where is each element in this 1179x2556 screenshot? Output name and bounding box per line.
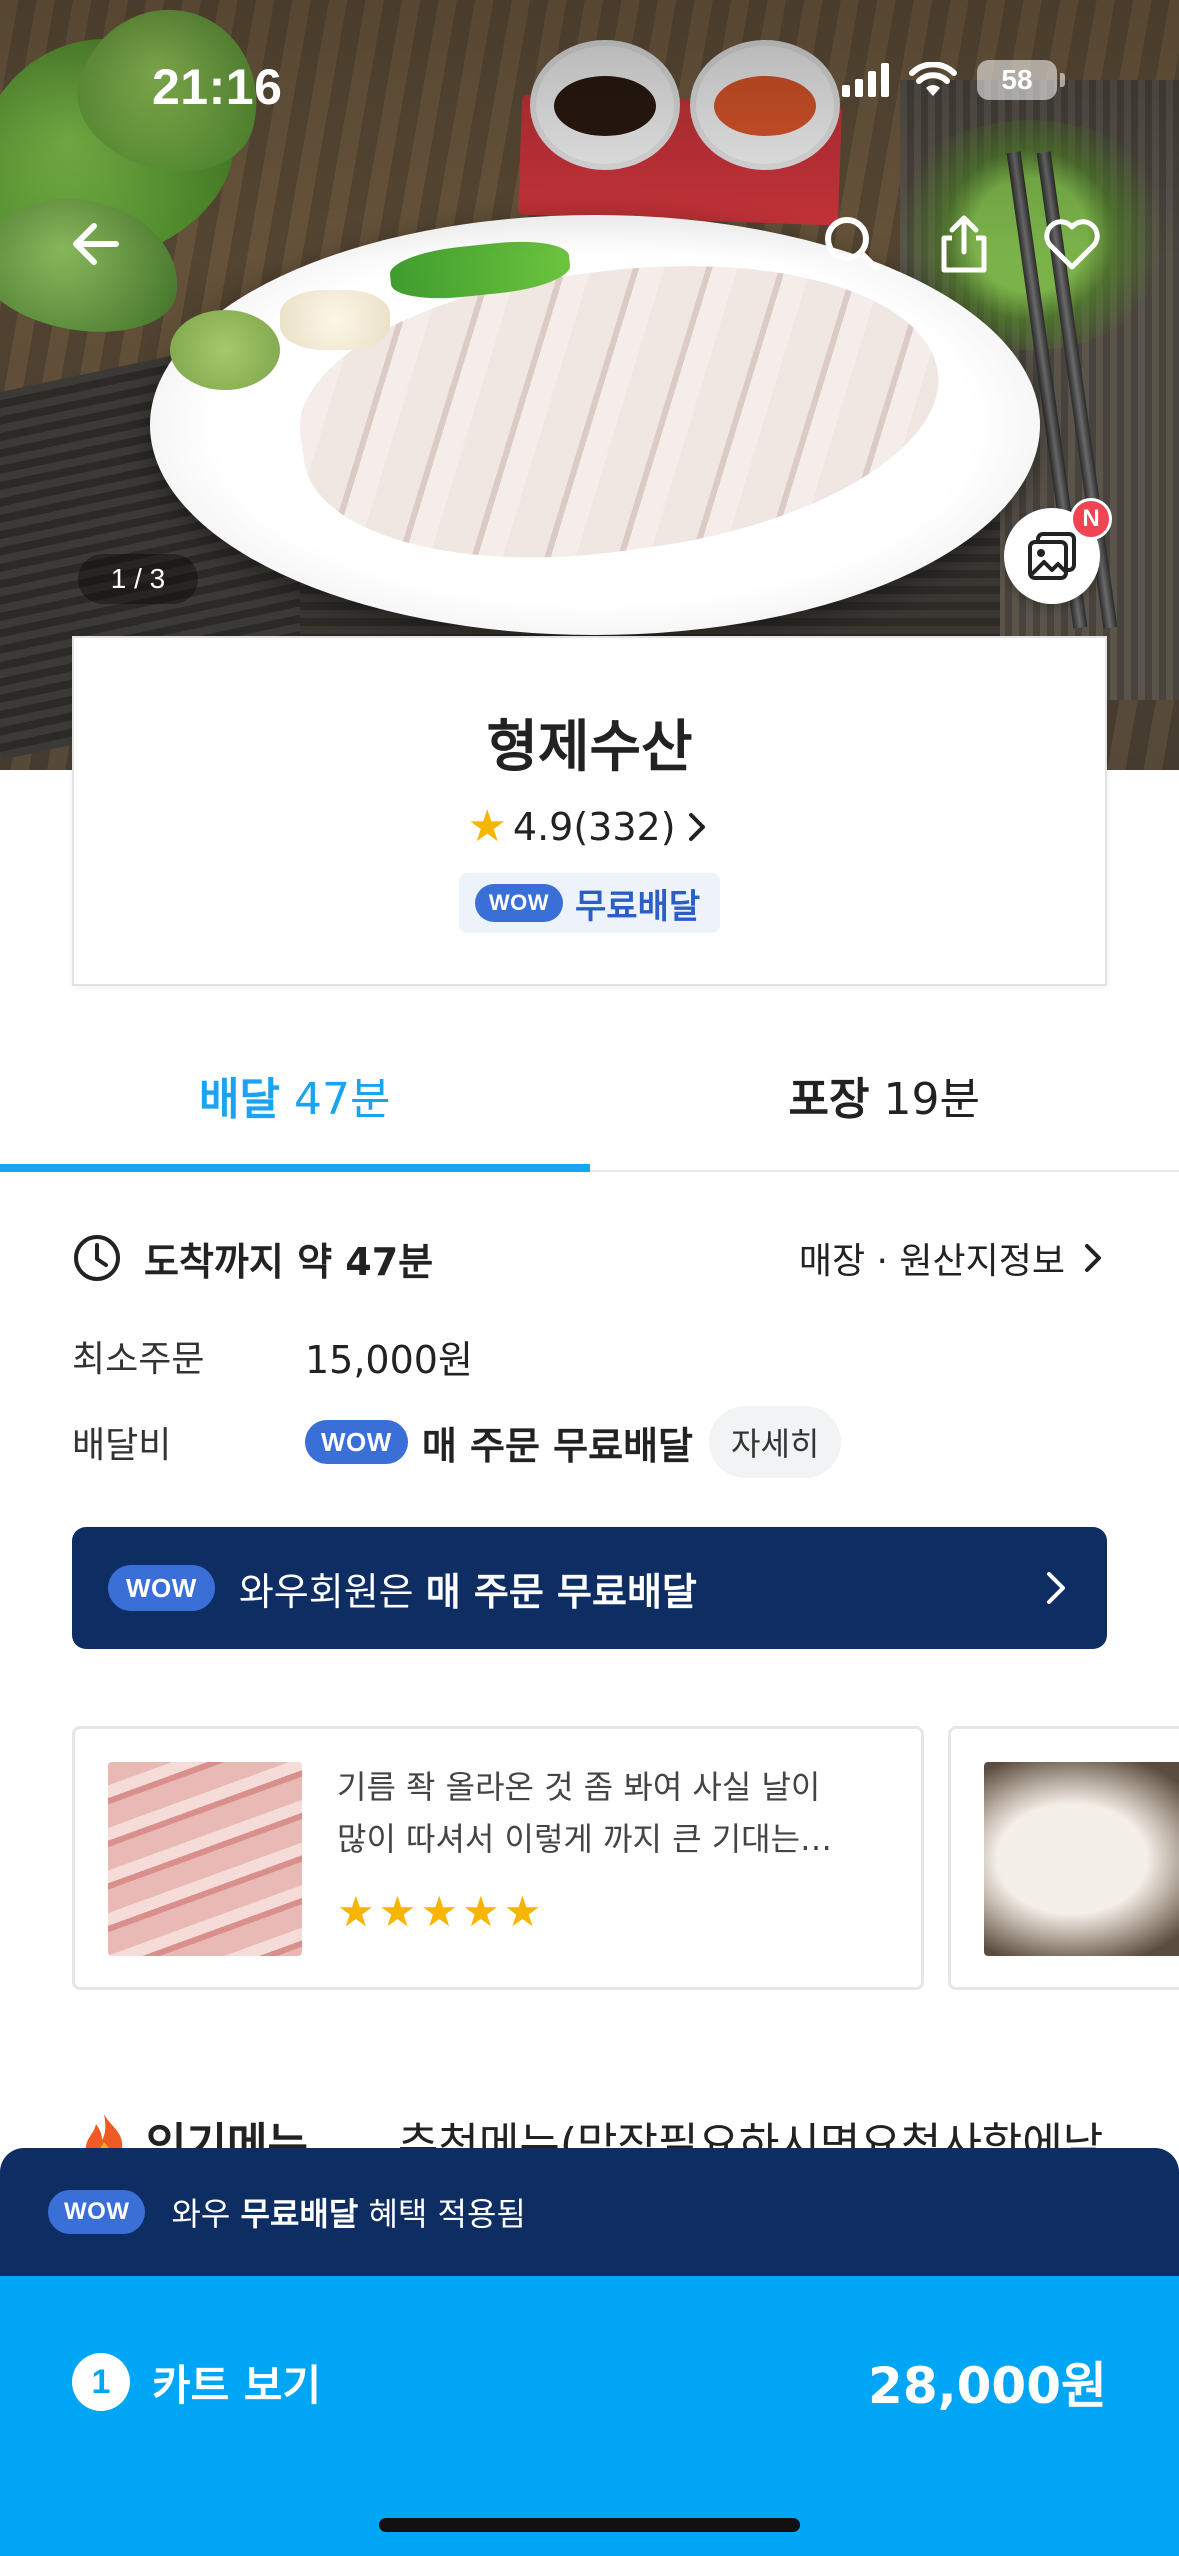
chevron-right-icon: [688, 813, 705, 841]
tab-pickup-time: 19분: [883, 1074, 980, 1125]
gallery-icon: [1028, 532, 1076, 580]
delivery-fee-value: 매 주문 무료배달: [421, 1423, 693, 1468]
review-card[interactable]: [948, 1726, 1179, 1990]
store-origin-info-link[interactable]: 매장 · 원산지정보: [799, 1232, 1107, 1284]
status-time: 21:16: [152, 59, 283, 115]
wow-badge: WOW: [108, 1565, 215, 1611]
star-icon: ★: [503, 1887, 542, 1936]
delivery-fee-detail-button[interactable]: 자세히: [709, 1406, 842, 1478]
rating-value: 4.9(332): [512, 805, 676, 849]
cart-total: 28,000원: [868, 2357, 1107, 2415]
review-line-2: 많이 따셔서 이렇게 까지 큰 기대는…: [337, 1820, 833, 1858]
wow-badge: WOW: [474, 884, 564, 922]
applied-suffix: 혜택 적용됨: [358, 2195, 526, 2233]
min-order-row: 최소주문 15,000원: [72, 1326, 473, 1386]
cart-label: 카트 보기: [152, 2360, 322, 2410]
delivery-fee-row: 배달비 WOW 매 주문 무료배달 자세히: [72, 1405, 842, 1479]
image-page-indicator: 1 / 3: [78, 554, 198, 604]
wifi-icon: [909, 62, 957, 96]
battery-level: 58: [1001, 64, 1033, 95]
delivery-fee-label: 배달비: [72, 1425, 172, 1466]
wow-membership-banner[interactable]: WOW 와우회원은 매 주문 무료배달: [72, 1527, 1107, 1649]
new-badge: N: [1070, 498, 1112, 540]
review-photo: [108, 1762, 302, 1956]
star-icon: ★: [337, 1887, 375, 1936]
review-line-1: 기름 좍 올라온 것 좀 봐여 사실 날이: [337, 1768, 821, 1806]
wow-badge: WOW: [48, 2190, 146, 2234]
tab-pickup-label: 포장: [788, 1074, 870, 1125]
chevron-right-icon: [1047, 1572, 1065, 1604]
star-icon: ★: [420, 1887, 458, 1936]
wow-badge: WOW: [305, 1420, 408, 1464]
wow-banner-bold: 매 주문 무료배달: [425, 1569, 697, 1614]
star-icon: ★: [378, 1887, 417, 1936]
share-icon: [941, 215, 987, 273]
share-button[interactable]: [924, 204, 1004, 284]
wow-free-delivery-chip: WOW 무료배달: [458, 873, 721, 933]
applied-bold: 무료배달: [240, 2195, 359, 2233]
tab-delivery-label: 배달: [199, 1074, 280, 1125]
review-photo: [984, 1762, 1179, 1956]
review-card[interactable]: 기름 좍 올라온 것 좀 봐여 사실 날이 많이 따셔서 이렇게 까지 큰 기대…: [72, 1726, 924, 1990]
min-order-value: 15,000원: [305, 1337, 473, 1382]
rating-link[interactable]: ★ 4.9(332): [467, 805, 711, 849]
cellular-signal-icon: [842, 63, 889, 97]
view-cart-button[interactable]: 1 카트 보기 28,000원: [0, 2276, 1179, 2556]
favorite-button[interactable]: [1032, 204, 1112, 284]
min-order-label: 최소주문: [72, 1339, 205, 1380]
star-icon: ★: [461, 1887, 500, 1936]
order-type-tabs: 배달 47분 포장 19분: [0, 1020, 1179, 1172]
wow-banner-prefix: 와우회원은: [238, 1569, 426, 1614]
star-icon: ★: [467, 801, 507, 852]
home-indicator[interactable]: [379, 2518, 800, 2532]
tab-delivery-time: 47분: [294, 1074, 391, 1125]
back-button[interactable]: [56, 204, 136, 284]
free-delivery-label: 무료배달: [575, 886, 701, 927]
tab-delivery[interactable]: 배달 47분: [0, 1020, 590, 1172]
cart-count-badge: 1: [72, 2353, 130, 2411]
applied-prefix: 와우: [171, 2195, 241, 2233]
clock-icon: [74, 1235, 120, 1281]
search-icon: [825, 217, 879, 271]
arrival-time: 도착까지 약 47분: [144, 1239, 434, 1284]
battery-icon: 58: [977, 60, 1065, 100]
wow-benefit-applied-bar: WOW 와우 무료배달 혜택 적용됨: [0, 2148, 1179, 2276]
review-rating-stars: ★ ★ ★ ★ ★: [337, 1887, 541, 1936]
search-button[interactable]: [812, 204, 892, 284]
back-arrow-icon: [73, 223, 119, 265]
heart-icon: [1044, 219, 1100, 270]
chevron-right-icon: [1085, 1244, 1101, 1272]
arrival-row: 도착까지 약 47분 매장 · 원산지정보: [72, 1228, 1107, 1288]
review-text: 기름 좍 올라온 것 좀 봐여 사실 날이 많이 따셔서 이렇게 까지 큰 기대…: [337, 1761, 877, 1865]
tab-pickup[interactable]: 포장 19분: [590, 1020, 1179, 1170]
status-icons: 58: [842, 60, 1065, 100]
store-name: 형제수산: [486, 715, 693, 780]
store-info-card: 형제수산 ★ 4.9(332) WOW 무료배달: [72, 636, 1107, 986]
origin-link-label: 매장 · 원산지정보: [798, 1241, 1065, 1282]
